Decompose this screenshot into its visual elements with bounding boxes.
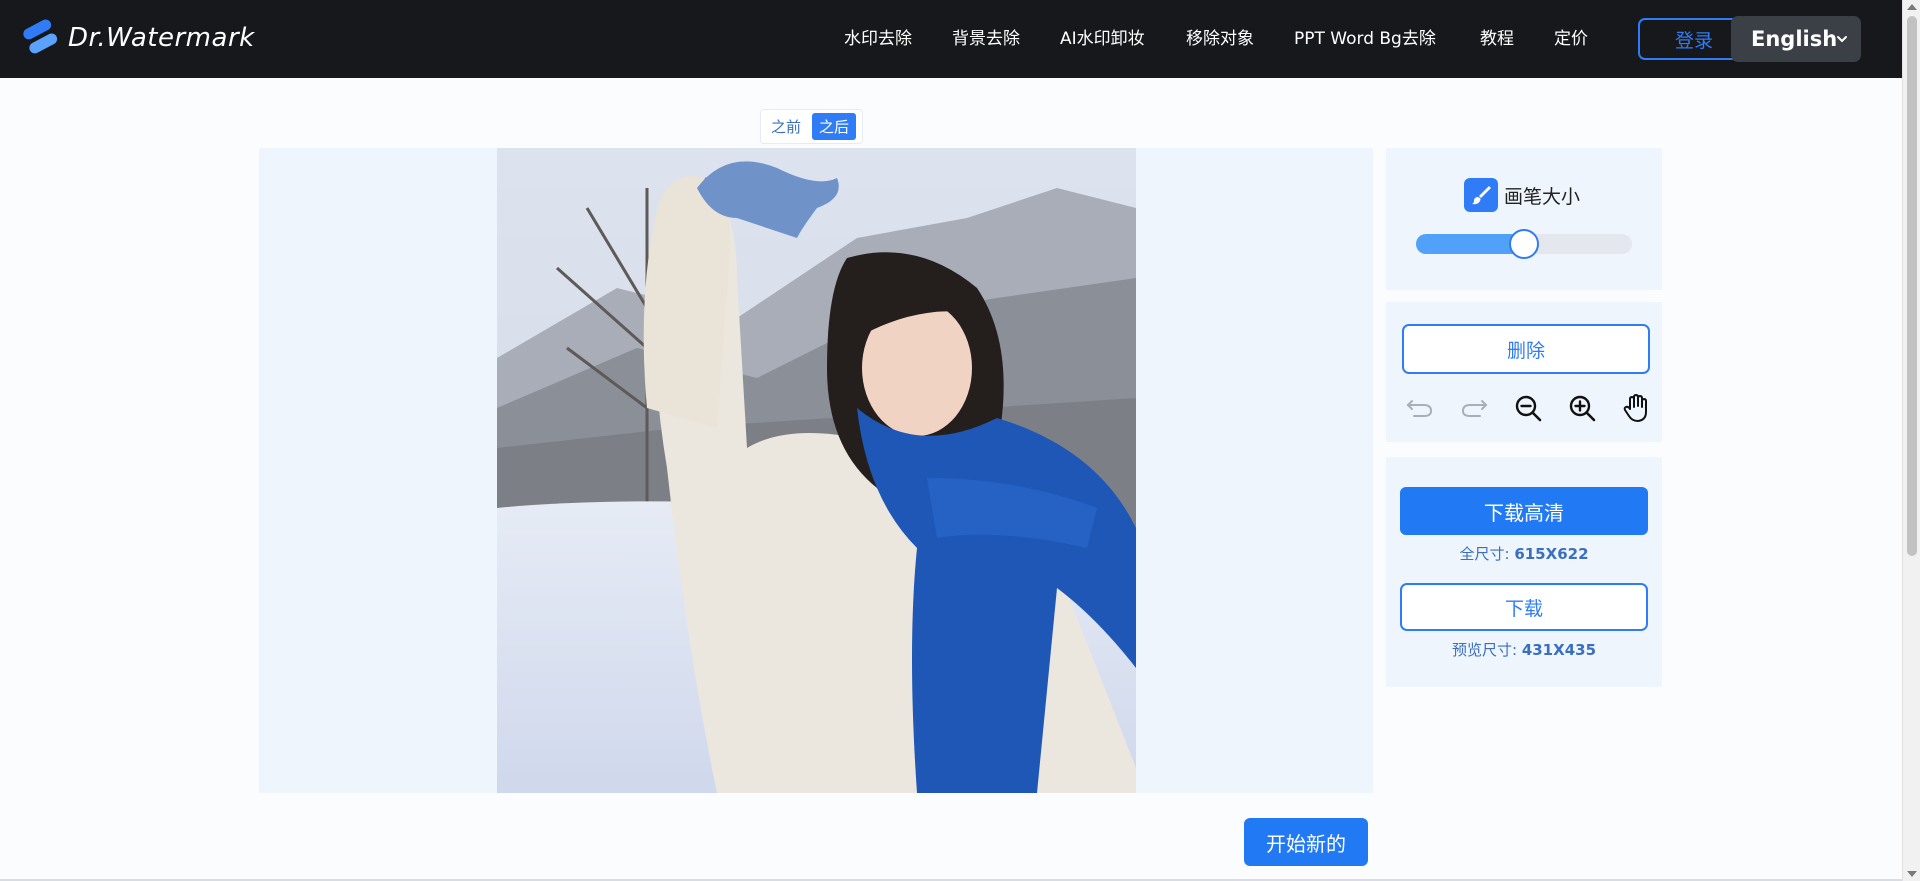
nav-tutorial[interactable]: 教程 — [1480, 24, 1514, 49]
preview-size-label: 预览尺寸: — [1451, 641, 1522, 659]
nav-ai-watermark[interactable]: AI水印卸妆 — [1060, 24, 1145, 49]
brush-icon — [1464, 178, 1498, 212]
nav-remove-object[interactable]: 移除对象 — [1186, 24, 1254, 49]
download-panel: 下载高清 全尺寸: 615X622 下载 预览尺寸: 431X435 — [1386, 457, 1662, 687]
zoom-in-icon[interactable] — [1564, 390, 1600, 426]
language-value: English — [1751, 27, 1838, 51]
photo-illustration — [497, 148, 1136, 793]
scroll-down-arrow-icon[interactable] — [1907, 871, 1917, 877]
nav-ppt-word-bg[interactable]: PPT Word Bg去除 — [1294, 24, 1436, 49]
redo-icon[interactable] — [1456, 390, 1492, 426]
start-new-button[interactable]: 开始新的 — [1244, 818, 1368, 866]
scroll-thumb[interactable] — [1907, 16, 1917, 556]
brush-size-slider[interactable] — [1416, 229, 1632, 259]
hand-icon[interactable] — [1618, 390, 1654, 426]
before-button[interactable]: 之前 — [764, 113, 809, 140]
brush-size-label: 画笔大小 — [1504, 185, 1581, 208]
image-canvas[interactable] — [259, 148, 1373, 793]
logo[interactable]: Dr.Watermark — [18, 18, 255, 58]
logo-text: Dr.Watermark — [68, 23, 255, 53]
full-size-info: 全尺寸: 615X622 — [1386, 543, 1662, 564]
full-size-value: 615X622 — [1514, 545, 1589, 563]
undo-icon[interactable] — [1402, 390, 1438, 426]
logo-icon — [23, 19, 58, 54]
processed-photo[interactable] — [497, 148, 1136, 793]
nav-background-removal[interactable]: 背景去除 — [952, 24, 1020, 49]
download-hd-button[interactable]: 下载高清 — [1400, 487, 1648, 535]
language-select[interactable]: English — [1731, 16, 1861, 62]
download-button[interactable]: 下载 — [1400, 583, 1648, 631]
top-navigation-bar: Dr.Watermark 水印去除 背景去除 AI水印卸妆 移除对象 PPT W… — [0, 0, 1902, 78]
after-button[interactable]: 之后 — [812, 113, 857, 140]
edit-toolbar — [1400, 390, 1650, 426]
preview-size-value: 431X435 — [1521, 641, 1596, 659]
nav-pricing[interactable]: 定价 — [1554, 24, 1588, 49]
before-after-toggle: 之前 之后 — [760, 109, 863, 144]
full-size-label: 全尺寸: — [1459, 545, 1515, 563]
brush-size-slider-handle[interactable] — [1509, 229, 1539, 259]
preview-size-info: 预览尺寸: 431X435 — [1386, 639, 1662, 660]
brush-size-slider-fill — [1416, 234, 1524, 254]
brush-size-header: 画笔大小 — [1464, 178, 1580, 212]
nav-watermark-removal[interactable]: 水印去除 — [844, 24, 912, 49]
delete-button[interactable]: 删除 — [1402, 324, 1650, 374]
page-scrollbar[interactable] — [1902, 0, 1920, 881]
brush-size-panel: 画笔大小 — [1386, 148, 1662, 290]
zoom-out-icon[interactable] — [1510, 390, 1546, 426]
scroll-up-arrow-icon[interactable] — [1907, 4, 1917, 10]
chevron-down-icon — [1837, 36, 1847, 43]
edit-panel: 删除 — [1386, 302, 1662, 442]
